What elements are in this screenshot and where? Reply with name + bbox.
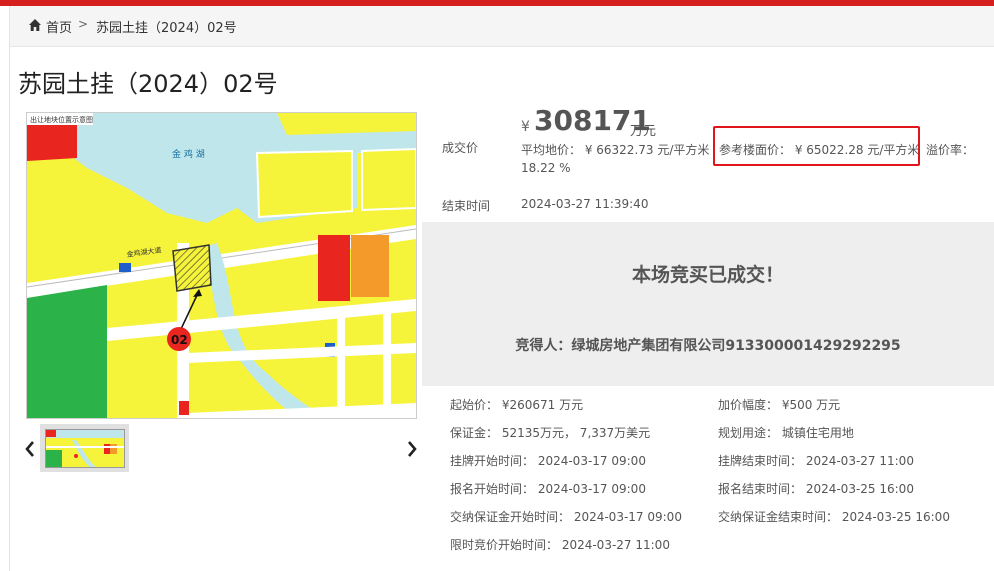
- end-time-label: 结束时间: [442, 199, 491, 213]
- result-panel: 本场竞买已成交！ 竞得人：绿城房地产集团有限公司9133000014292922…: [422, 222, 994, 386]
- premium-rate-label: 溢价率：: [926, 143, 975, 157]
- premium-rate-value: 18.22 %: [521, 161, 571, 175]
- listing-end-time: 挂牌结束时间： 2024-03-27 11:00: [718, 454, 914, 468]
- map-plot-label: 02: [171, 333, 188, 347]
- map-legend-title: 出让地块位置示意图: [30, 115, 93, 124]
- thumbnail-image: [45, 429, 125, 468]
- deposit-end-time: 交纳保证金结束时间： 2024-03-25 16:00: [718, 510, 950, 524]
- ref-floor-price: 参考楼面价： ¥ 65022.28 元/平方米: [719, 143, 920, 157]
- parcel-map: 出让地块位置示意图 金 鸡 湖 金鸡湖大道 02: [27, 113, 416, 418]
- page-title: 苏园土挂（2024）02号: [18, 70, 278, 98]
- deal-currency: ¥: [521, 119, 530, 135]
- deal-price-label: 成交价: [442, 141, 479, 155]
- result-title: 本场竞买已成交！: [631, 264, 784, 286]
- avg-land-price: 平均地价： ¥ 66322.73 元/平方米: [521, 143, 710, 157]
- planned-usage: 规划用途： 城镇住宅用地: [718, 426, 854, 440]
- breadcrumb-current: 苏园土挂（2024）02号: [96, 21, 237, 36]
- winner-text: 竞得人：绿城房地产集团有限公司913300001429292295: [515, 338, 901, 354]
- chevron-left-icon[interactable]: [22, 437, 38, 461]
- frame-border: [9, 6, 10, 571]
- signup-start-time: 报名开始时间： 2024-03-17 09:00: [450, 482, 646, 496]
- thumbnail-selected[interactable]: [40, 424, 129, 472]
- bidding-start-time: 限时竞价开始时间： 2024-03-27 11:00: [450, 538, 670, 552]
- parcel-map-image[interactable]: 出让地块位置示意图 金 鸡 湖 金鸡湖大道 02: [26, 112, 417, 419]
- breadcrumb-separator: >: [78, 17, 89, 31]
- deal-price-unit: 万元: [630, 124, 657, 139]
- breadcrumb-home-link[interactable]: 首页: [46, 17, 72, 36]
- deposit-start-time: 交纳保证金开始时间： 2024-03-17 09:00: [450, 510, 682, 524]
- signup-end-time: 报名结束时间： 2024-03-25 16:00: [718, 482, 914, 496]
- breadcrumb: 首页 > 苏园土挂（2024）02号: [10, 6, 994, 47]
- start-price: 起始价： ¥260671 万元: [450, 398, 584, 412]
- map-lake-label: 金 鸡 湖: [172, 148, 205, 160]
- chevron-right-icon[interactable]: [404, 437, 420, 461]
- deposit: 保证金： 52135万元， 7,337万美元: [450, 426, 651, 440]
- home-icon: [29, 19, 41, 31]
- listing-start-time: 挂牌开始时间： 2024-03-17 09:00: [450, 454, 646, 468]
- bid-increment: 加价幅度： ¥500 万元: [718, 398, 841, 412]
- end-time-value: 2024-03-27 11:39:40: [521, 197, 649, 211]
